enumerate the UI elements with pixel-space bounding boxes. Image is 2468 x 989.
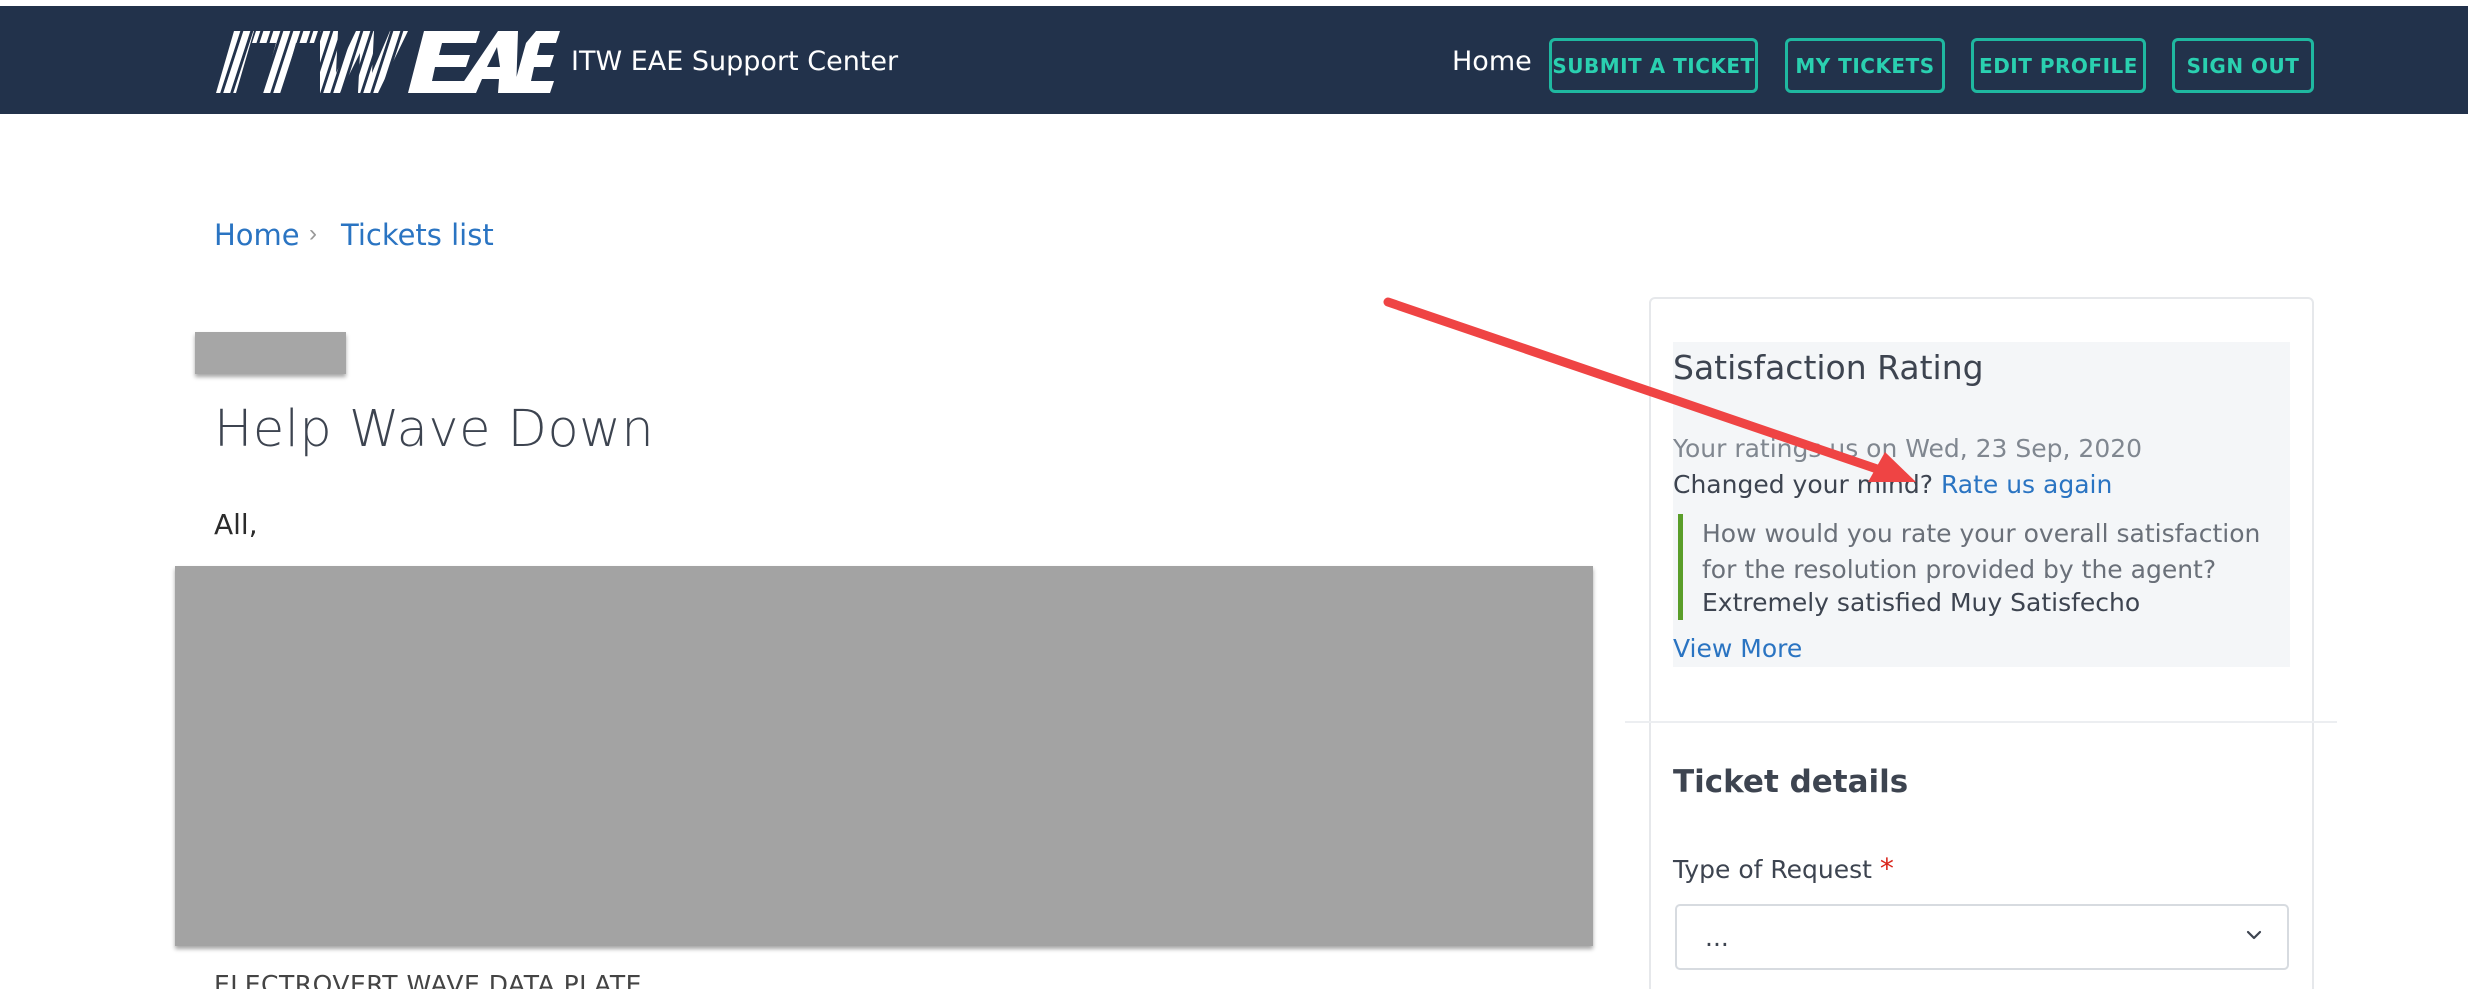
ticket-body-text: ELECTROVERT WAVE DATA PLATE — [214, 970, 642, 989]
site-title[interactable]: ITW EAE Support Center — [571, 46, 898, 77]
itw-eae-logo — [216, 31, 560, 93]
changed-mind-line: Changed your mind? Rate us again — [1673, 470, 2112, 499]
logo[interactable] — [214, 28, 560, 96]
my-tickets-button[interactable]: MY TICKETS — [1785, 38, 1945, 93]
rating-date-text: Your ratings us on Wed, 23 Sep, 2020 — [1673, 434, 2143, 463]
type-of-request-text: Type of Request — [1673, 855, 1872, 884]
page: ITW EAE Support Center Home SUBMIT A TIC… — [0, 0, 2468, 989]
satisfaction-rating-title: Satisfaction Rating — [1673, 348, 1984, 387]
rating-question: How would you rate your overall satisfac… — [1702, 519, 2261, 584]
ticket-body-greeting: All, — [214, 508, 258, 541]
ticket-details-title: Ticket details — [1673, 764, 1909, 800]
breadcrumb-home[interactable]: Home — [214, 218, 300, 252]
sign-out-button[interactable]: SIGN OUT — [2172, 38, 2314, 93]
breadcrumb-separator: › — [309, 220, 317, 247]
site-header: ITW EAE Support Center Home SUBMIT A TIC… — [0, 6, 2468, 114]
chevron-down-icon — [2246, 930, 2262, 940]
redacted-image — [175, 566, 1593, 946]
breadcrumb-tickets-list[interactable]: Tickets list — [341, 218, 494, 252]
rate-us-again-link[interactable]: Rate us again — [1941, 470, 2112, 499]
type-of-request-select[interactable]: ... — [1675, 904, 2289, 970]
ticket-title: Help Wave Down — [214, 400, 655, 459]
quote-accent-bar — [1678, 514, 1683, 620]
required-mark: * — [1879, 852, 1894, 885]
type-of-request-value: ... — [1705, 922, 1729, 952]
rating-answer: Extremely satisfied Muy Satisfecho — [1702, 588, 2141, 617]
panel-divider — [1625, 721, 2337, 723]
redacted-block — [195, 332, 346, 374]
view-more-link[interactable]: View More — [1673, 634, 1802, 663]
edit-profile-button[interactable]: EDIT PROFILE — [1971, 38, 2146, 93]
satisfaction-rating-box — [1673, 342, 2290, 667]
submit-ticket-button[interactable]: SUBMIT A TICKET — [1549, 38, 1758, 93]
changed-mind-text: Changed your mind? — [1673, 470, 1933, 499]
nav-home-link[interactable]: Home — [1452, 46, 1532, 77]
type-of-request-label: Type of Request * — [1673, 852, 1894, 885]
